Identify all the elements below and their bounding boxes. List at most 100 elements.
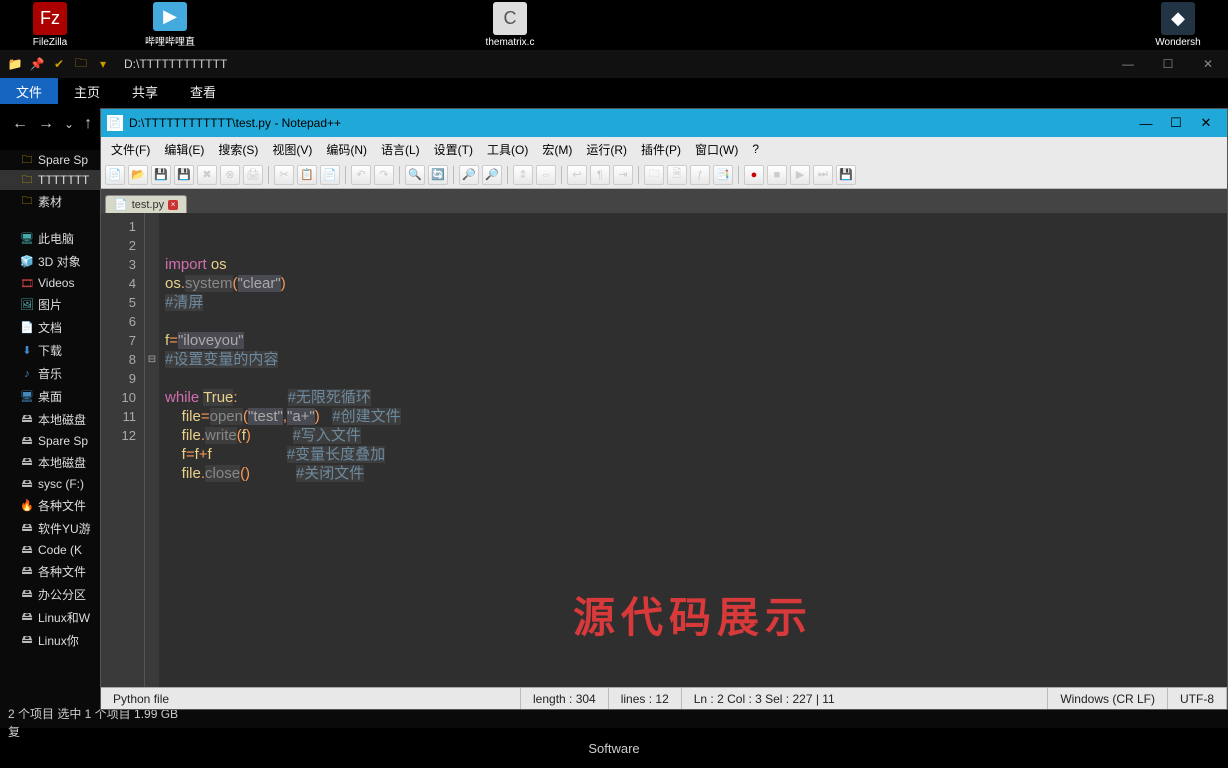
maximize-button[interactable]: ☐	[1148, 57, 1188, 71]
tree-item[interactable]: 🖴各种文件	[0, 560, 100, 583]
npp-titlebar[interactable]: 📄 D:\TTTTTTTTTTTT\test.py - Notepad++ — …	[101, 109, 1227, 137]
menu-item[interactable]: 插件(P)	[635, 139, 687, 160]
redo-icon[interactable]: ↷	[374, 165, 394, 185]
nav-up-button[interactable]: ↑	[84, 115, 92, 133]
sync-v-icon[interactable]: ⇕	[513, 165, 533, 185]
open-file-icon[interactable]: 📂	[128, 165, 148, 185]
tree-item[interactable]: 🖴办公分区	[0, 583, 100, 606]
desktop-icon-filezilla[interactable]: FzFileZilla	[20, 2, 80, 48]
tab-file[interactable]: 文件	[0, 78, 58, 104]
tree-item-label: Videos	[38, 276, 74, 290]
tree-item[interactable]: 🖴软件YU游	[0, 517, 100, 540]
sync-h-icon[interactable]: ⇔	[536, 165, 556, 185]
tree-item[interactable]: 🗀素材	[0, 190, 100, 213]
desktop-icon-cfile[interactable]: Cthematrix.c	[480, 2, 540, 48]
undo-icon[interactable]: ↶	[351, 165, 371, 185]
folder-view-icon[interactable]: 🗀	[644, 165, 664, 185]
tree-item[interactable]: 🖴Code (K	[0, 540, 100, 560]
tree-item[interactable]: 🧊3D 对象	[0, 250, 100, 273]
play-icon[interactable]: ▶	[790, 165, 810, 185]
npp-tab-testpy[interactable]: 📄 test.py ×	[105, 195, 187, 213]
close-file-icon[interactable]: ✖	[197, 165, 217, 185]
fold-column[interactable]: ⊟	[145, 213, 159, 687]
tree-item[interactable]: 🖴本地磁盘	[0, 408, 100, 431]
pin-icon[interactable]: 📌	[28, 55, 46, 73]
tree-item[interactable]: 🖥此电脑	[0, 227, 100, 250]
npp-minimize-button[interactable]: —	[1131, 116, 1161, 131]
tab-close-icon[interactable]: ×	[168, 200, 178, 210]
nav-forward-button[interactable]: →	[38, 115, 54, 133]
menu-item[interactable]: 文件(F)	[105, 139, 156, 160]
nav-recent-button[interactable]: ⌄	[64, 117, 74, 131]
save-all-icon[interactable]: 💾	[174, 165, 194, 185]
doc-list-icon[interactable]: 📑	[713, 165, 733, 185]
menu-item[interactable]: 视图(V)	[266, 139, 318, 160]
tree-item[interactable]: 🖴Linux和W	[0, 606, 100, 629]
menu-item[interactable]: 工具(O)	[481, 139, 534, 160]
menu-item[interactable]: 搜索(S)	[212, 139, 264, 160]
explorer-sidebar[interactable]: 🗀Spare Sp🗀TTTTTTT🗀素材 🖥此电脑🧊3D 对象🎞Videos🖼图片…	[0, 150, 100, 698]
folder-icon[interactable]: 📁	[6, 55, 24, 73]
nav-back-button[interactable]: ←	[12, 115, 28, 133]
close-all-icon[interactable]: ⊗	[220, 165, 240, 185]
copy-icon[interactable]: 📋	[297, 165, 317, 185]
zoom-out-icon[interactable]: 🔎	[482, 165, 502, 185]
cut-icon[interactable]: ✂	[274, 165, 294, 185]
indent-icon[interactable]: ⇥	[613, 165, 633, 185]
wordwrap-icon[interactable]: ↩	[567, 165, 587, 185]
tree-item[interactable]: 🖥桌面	[0, 385, 100, 408]
tree-item[interactable]: 🖴Spare Sp	[0, 431, 100, 451]
tree-item[interactable]: 🎞Videos	[0, 273, 100, 293]
check-icon[interactable]: ✔	[50, 55, 68, 73]
menu-item[interactable]: 运行(R)	[580, 139, 633, 160]
save-macro-icon[interactable]: 💾	[836, 165, 856, 185]
replace-icon[interactable]: 🔄	[428, 165, 448, 185]
tree-item[interactable]: 🖼图片	[0, 293, 100, 316]
tree-item[interactable]: 🖴Linux你	[0, 629, 100, 652]
minimize-button[interactable]: —	[1108, 57, 1148, 71]
menu-item[interactable]: 窗口(W)	[689, 139, 744, 160]
code-area[interactable]: import osos.system("clear")#清屏f="iloveyo…	[159, 213, 1227, 687]
tab-view[interactable]: 查看	[174, 78, 232, 104]
tree-item[interactable]: ♪音乐	[0, 362, 100, 385]
zoom-in-icon[interactable]: 🔎	[459, 165, 479, 185]
folder2-icon[interactable]: 🗀	[72, 55, 90, 73]
save-icon[interactable]: 💾	[151, 165, 171, 185]
menu-item[interactable]: 宏(M)	[536, 139, 578, 160]
doc-map-icon[interactable]: 🗎	[667, 165, 687, 185]
tree-item-label: Code (K	[38, 543, 82, 557]
tree-item[interactable]: 📄文档	[0, 316, 100, 339]
desktop-icon-wondershare[interactable]: ◆Wondersh	[1148, 2, 1208, 48]
pic-icon: 🖼	[20, 298, 34, 312]
record-icon[interactable]: ●	[744, 165, 764, 185]
func-list-icon[interactable]: ƒ	[690, 165, 710, 185]
play-multi-icon[interactable]: ⏭	[813, 165, 833, 185]
menu-item[interactable]: 设置(T)	[428, 139, 479, 160]
new-file-icon[interactable]: 📄	[105, 165, 125, 185]
npp-maximize-button[interactable]: ☐	[1161, 115, 1191, 131]
menu-item[interactable]: 编辑(E)	[158, 139, 210, 160]
taskbar[interactable]: Software	[0, 728, 1228, 768]
tree-item[interactable]: 🗀TTTTTTT	[0, 170, 100, 190]
tab-share[interactable]: 共享	[116, 78, 174, 104]
allchars-icon[interactable]: ¶	[590, 165, 610, 185]
tree-item[interactable]: ⬇下载	[0, 339, 100, 362]
tree-item[interactable]: 🖴本地磁盘	[0, 451, 100, 474]
tree-item[interactable]: 🗀Spare Sp	[0, 150, 100, 170]
find-icon[interactable]: 🔍	[405, 165, 425, 185]
desktop-icon-bilibili[interactable]: ▶哔哩哔哩直	[140, 2, 200, 48]
menu-item[interactable]: 编码(N)	[320, 139, 373, 160]
qat-more-icon[interactable]: ▾	[94, 55, 112, 73]
menu-item[interactable]: ?	[746, 140, 765, 158]
tab-home[interactable]: 主页	[58, 78, 116, 104]
disk-icon: 🖴	[20, 522, 34, 536]
tree-item[interactable]: 🖴sysc (F:)	[0, 474, 100, 494]
print-icon[interactable]: 🖨	[243, 165, 263, 185]
npp-close-button[interactable]: ✕	[1191, 115, 1221, 131]
tree-item[interactable]: 🔥各种文件	[0, 494, 100, 517]
menu-item[interactable]: 语言(L)	[375, 139, 426, 160]
paste-icon[interactable]: 📄	[320, 165, 340, 185]
close-button[interactable]: ✕	[1188, 57, 1228, 71]
stop-icon[interactable]: ■	[767, 165, 787, 185]
npp-editor[interactable]: 123456789101112 ⊟ import osos.system("cl…	[101, 213, 1227, 687]
